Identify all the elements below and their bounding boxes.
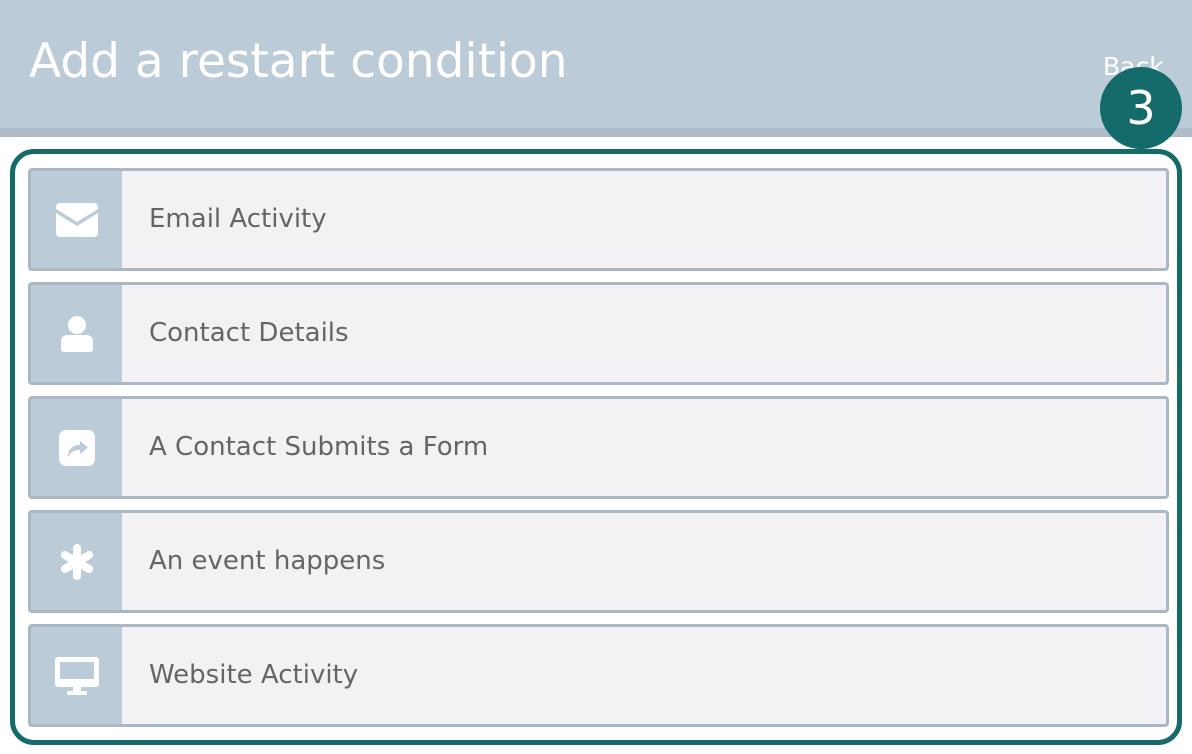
condition-contact-details[interactable]: Contact Details xyxy=(28,282,1169,385)
step-badge: 3 xyxy=(1100,67,1182,149)
condition-label: Website Activity xyxy=(149,660,359,690)
condition-label: An event happens xyxy=(149,546,386,576)
condition-email-activity[interactable]: Email Activity xyxy=(28,168,1169,271)
condition-event[interactable]: An event happens xyxy=(28,510,1169,613)
header: Add a restart condition Back xyxy=(0,0,1192,128)
condition-label: Contact Details xyxy=(149,318,349,348)
asterisk-icon xyxy=(31,513,122,610)
envelope-icon xyxy=(31,171,122,268)
condition-label: Email Activity xyxy=(149,204,327,234)
condition-website-activity[interactable]: Website Activity xyxy=(28,624,1169,727)
share-square-icon xyxy=(31,399,122,496)
condition-form-submit[interactable]: A Contact Submits a Form xyxy=(28,396,1169,499)
page-title: Add a restart condition xyxy=(29,34,568,89)
header-divider xyxy=(0,128,1192,137)
desktop-icon xyxy=(31,627,122,724)
condition-label: A Contact Submits a Form xyxy=(149,432,489,462)
user-icon xyxy=(31,285,122,382)
